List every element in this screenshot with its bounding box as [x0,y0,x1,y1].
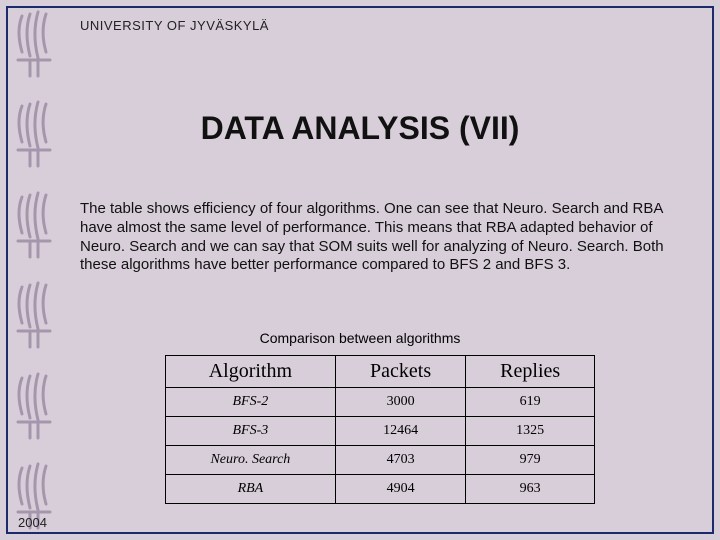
cell-replies: 1325 [466,417,595,446]
cell-replies: 619 [466,388,595,417]
table-row: RBA 4904 963 [166,475,595,504]
col-header-replies: Replies [466,356,595,388]
table-header-row: Algorithm Packets Replies [166,356,595,388]
torch-icon [8,8,60,80]
university-label: UNIVERSITY OF JYVÄSKYLÄ [80,18,269,33]
comparison-table: Algorithm Packets Replies BFS-2 3000 619… [165,355,595,504]
table-row: BFS-2 3000 619 [166,388,595,417]
torch-icon [8,370,60,442]
table-caption: Comparison between algorithms [0,330,720,346]
cell-algorithm: Neuro. Search [166,446,336,475]
page-title: DATA ANALYSIS (VII) [0,110,720,147]
cell-algorithm: RBA [166,475,336,504]
table-row: BFS-3 12464 1325 [166,417,595,446]
cell-packets: 3000 [335,388,466,417]
col-header-packets: Packets [335,356,466,388]
cell-replies: 963 [466,475,595,504]
cell-packets: 4703 [335,446,466,475]
footer-year: 2004 [18,515,47,530]
body-paragraph: The table shows efficiency of four algor… [80,200,690,275]
cell-algorithm: BFS-2 [166,388,336,417]
cell-algorithm: BFS-3 [166,417,336,446]
col-header-algorithm: Algorithm [166,356,336,388]
logo-column [8,8,60,532]
cell-packets: 4904 [335,475,466,504]
torch-icon [8,189,60,261]
cell-replies: 979 [466,446,595,475]
cell-packets: 12464 [335,417,466,446]
table-row: Neuro. Search 4703 979 [166,446,595,475]
